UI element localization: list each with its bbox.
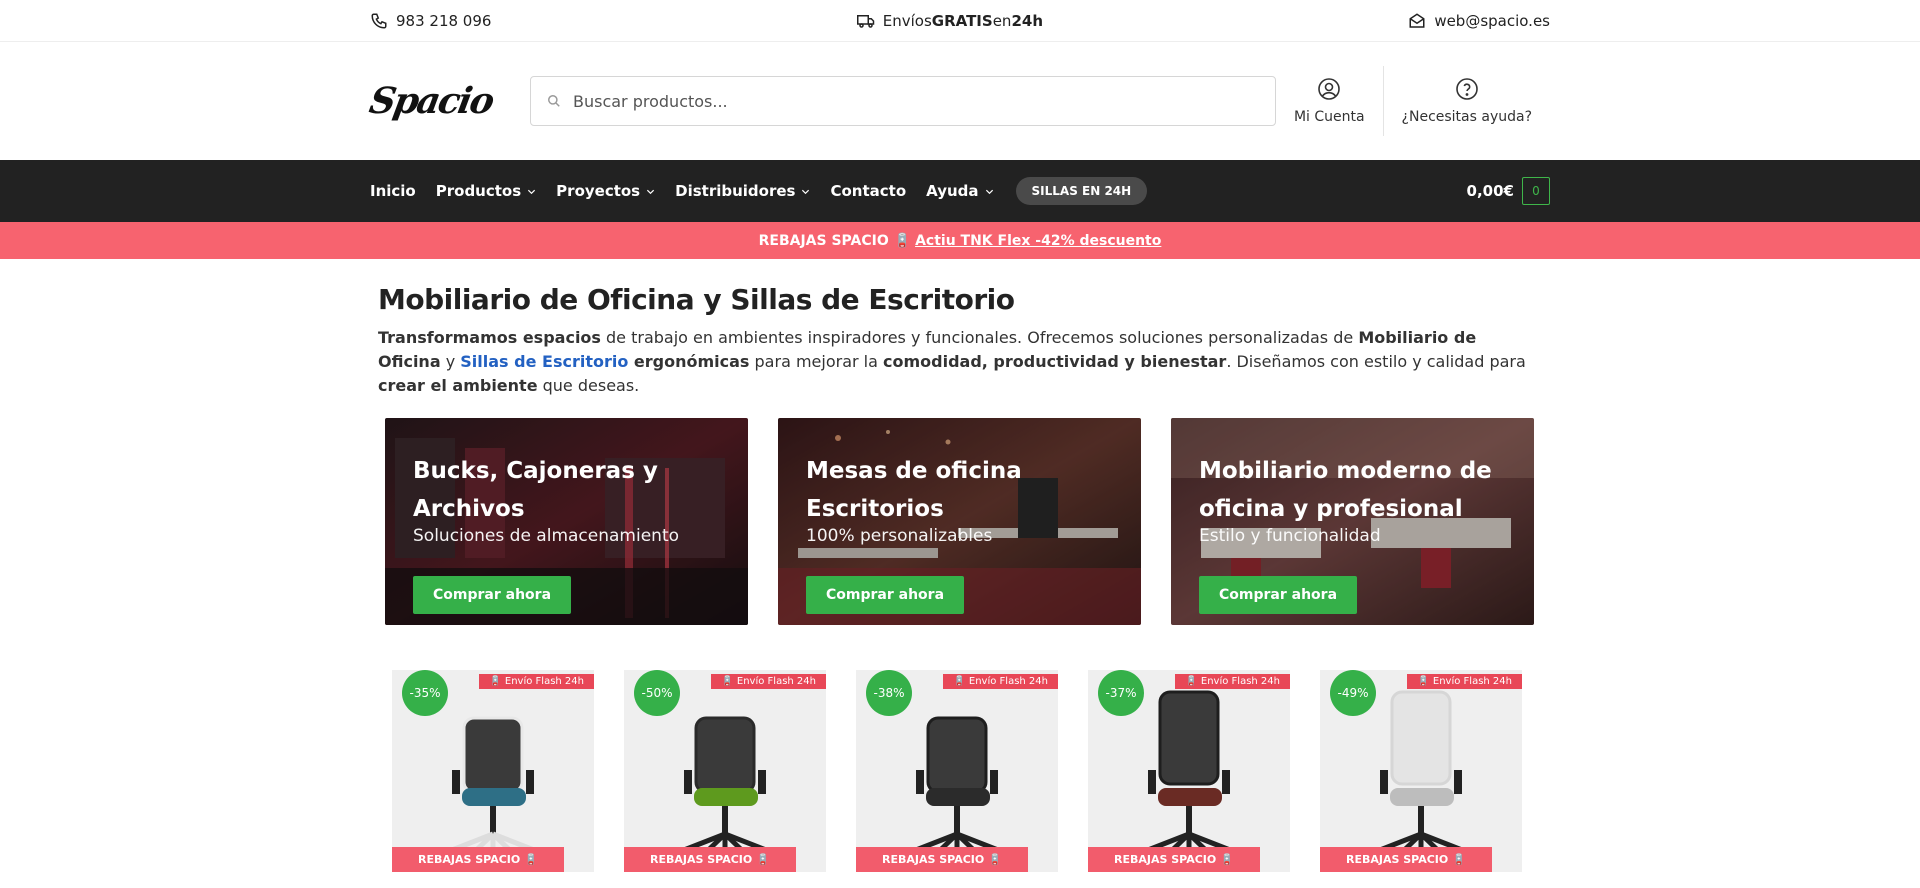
site-logo[interactable]: Spacio bbox=[366, 79, 496, 123]
cart-count: 0 bbox=[1522, 177, 1550, 205]
promo-text: REBAJAS SPACIO 🪫 bbox=[758, 232, 912, 249]
product-image[interactable]: -49% 🪫 Envío Flash 24h REBAJAS SPACIO 🪫 bbox=[1320, 670, 1522, 872]
product-card[interactable]: -38% 🪫 Envío Flash 24h REBAJAS SPACIO 🪫 … bbox=[856, 670, 1058, 888]
nav-item-proyectos[interactable]: Proyectos bbox=[556, 182, 655, 200]
nav-item-ayuda[interactable]: Ayuda bbox=[926, 182, 993, 200]
shipping-notice: EnvíosGRATISen24h bbox=[856, 12, 1044, 30]
page-title: Mobiliario de Oficina y Sillas de Escrit… bbox=[378, 283, 1015, 316]
card-title: Mesas de oficina Escritorios bbox=[806, 458, 1022, 522]
chevron-down-icon bbox=[985, 189, 993, 194]
product-card[interactable]: -50% 🪫 Envío Flash 24h REBAJAS SPACIO 🪫 … bbox=[624, 670, 826, 888]
sale-badge: REBAJAS SPACIO 🪫 bbox=[392, 847, 564, 872]
sale-badge: REBAJAS SPACIO 🪫 bbox=[624, 847, 796, 872]
main-nav: Inicio Productos Proyectos Distribuidore… bbox=[0, 160, 1920, 222]
product-card[interactable]: -37% 🪫 Envío Flash 24h REBAJAS SPACIO 🪫 … bbox=[1088, 670, 1290, 888]
sillas-24h-button[interactable]: SILLAS EN 24H bbox=[1015, 177, 1148, 205]
card-title: Mobiliario moderno de oficina y profesio… bbox=[1199, 458, 1492, 522]
category-card-storage[interactable]: Bucks, Cajoneras y Archivos Soluciones d… bbox=[385, 418, 748, 625]
search-input[interactable] bbox=[573, 91, 1253, 111]
nav-item-contacto[interactable]: Contacto bbox=[830, 182, 906, 200]
search-box[interactable] bbox=[530, 76, 1276, 126]
discount-badge: -49% bbox=[1330, 670, 1376, 716]
chevron-down-icon bbox=[528, 189, 536, 194]
chevron-down-icon bbox=[802, 189, 810, 194]
user-icon bbox=[1318, 78, 1341, 100]
site-header: Spacio Mi Cuenta ¿Necesitas ayuda? bbox=[0, 42, 1920, 160]
product-image[interactable]: -38% 🪫 Envío Flash 24h REBAJAS SPACIO 🪫 bbox=[856, 670, 1058, 872]
intro-section: Mobiliario de Oficina y Sillas de Escrit… bbox=[378, 283, 1542, 398]
sale-badge: REBAJAS SPACIO 🪫 bbox=[856, 847, 1028, 872]
discount-badge: -50% bbox=[634, 670, 680, 716]
help-icon bbox=[1455, 78, 1478, 100]
promo-bar: REBAJAS SPACIO 🪫 Actiu TNK Flex -42% des… bbox=[0, 222, 1920, 259]
sale-badge: REBAJAS SPACIO 🪫 bbox=[1088, 847, 1260, 872]
product-card[interactable]: -49% 🪫 Envío Flash 24h REBAJAS SPACIO 🪫 … bbox=[1320, 670, 1522, 888]
flash-shipping-badge: 🪫 Envío Flash 24h bbox=[711, 674, 826, 689]
mail-icon bbox=[1409, 13, 1425, 28]
product-image[interactable]: -50% 🪫 Envío Flash 24h REBAJAS SPACIO 🪫 bbox=[624, 670, 826, 872]
category-cards: Bucks, Cajoneras y Archivos Soluciones d… bbox=[385, 418, 1535, 625]
discount-badge: -37% bbox=[1098, 670, 1144, 716]
shipping-text: EnvíosGRATISen24h bbox=[882, 12, 1044, 30]
flash-shipping-badge: 🪫 Envío Flash 24h bbox=[943, 674, 1058, 689]
nav-item-inicio[interactable]: Inicio bbox=[370, 182, 416, 200]
card-subtitle: Estilo y funcionalidad bbox=[1199, 526, 1381, 546]
search-icon bbox=[548, 95, 560, 107]
cart-button[interactable]: 0,00€ 0 bbox=[1467, 177, 1550, 205]
product-image[interactable]: -35% 🪫 Envío Flash 24h REBAJAS SPACIO 🪫 bbox=[392, 670, 594, 872]
top-bar: 983 218 096 EnvíosGRATISen24h web@spacio… bbox=[0, 0, 1920, 42]
phone-contact[interactable]: 983 218 096 bbox=[370, 12, 491, 30]
promo-link[interactable]: Actiu TNK Flex -42% descuento bbox=[915, 233, 1161, 249]
sillas-escritorio-link[interactable]: Sillas de Escritorio bbox=[460, 352, 628, 371]
category-card-desks[interactable]: Mesas de oficina Escritorios 100% person… bbox=[778, 418, 1141, 625]
card-subtitle: 100% personalizables bbox=[806, 526, 993, 546]
product-grid: -35% 🪫 Envío Flash 24h REBAJAS SPACIO 🪫 … bbox=[392, 670, 1528, 888]
comprar-ahora-button[interactable]: Comprar ahora bbox=[1199, 576, 1358, 614]
comprar-ahora-button[interactable]: Comprar ahora bbox=[413, 576, 572, 614]
account-button[interactable]: Mi Cuenta bbox=[1276, 66, 1383, 136]
discount-badge: -38% bbox=[866, 670, 912, 716]
help-button[interactable]: ¿Necesitas ayuda? bbox=[1384, 66, 1550, 136]
account-area: Mi Cuenta ¿Necesitas ayuda? bbox=[1276, 66, 1550, 136]
sale-badge: REBAJAS SPACIO 🪫 bbox=[1320, 847, 1492, 872]
card-title: Bucks, Cajoneras y Archivos bbox=[413, 458, 658, 522]
nav-item-productos[interactable]: Productos bbox=[436, 182, 536, 200]
flash-shipping-badge: 🪫 Envío Flash 24h bbox=[1175, 674, 1290, 689]
cart-total: 0,00€ bbox=[1466, 182, 1514, 200]
flash-shipping-badge: 🪫 Envío Flash 24h bbox=[1407, 674, 1522, 689]
card-subtitle: Soluciones de almacenamiento bbox=[413, 526, 680, 546]
account-label: Mi Cuenta bbox=[1293, 109, 1365, 125]
chevron-down-icon bbox=[647, 189, 655, 194]
help-label: ¿Necesitas ayuda? bbox=[1401, 109, 1533, 125]
phone-number: 983 218 096 bbox=[396, 12, 492, 30]
product-image[interactable]: -37% 🪫 Envío Flash 24h REBAJAS SPACIO 🪫 bbox=[1088, 670, 1290, 872]
phone-icon bbox=[371, 13, 387, 29]
product-card[interactable]: -35% 🪫 Envío Flash 24h REBAJAS SPACIO 🪫 … bbox=[392, 670, 594, 888]
flash-shipping-badge: 🪫 Envío Flash 24h bbox=[479, 674, 594, 689]
intro-paragraph: Transformamos espacios de trabajo en amb… bbox=[378, 328, 1526, 395]
truck-icon bbox=[856, 15, 874, 28]
email-contact[interactable]: web@spacio.es bbox=[1408, 12, 1550, 30]
nav-item-distribuidores[interactable]: Distribuidores bbox=[675, 182, 810, 200]
discount-badge: -35% bbox=[402, 670, 448, 716]
email-address: web@spacio.es bbox=[1434, 12, 1550, 30]
category-card-modern[interactable]: Mobiliario moderno de oficina y profesio… bbox=[1171, 418, 1534, 625]
comprar-ahora-button[interactable]: Comprar ahora bbox=[806, 576, 965, 614]
